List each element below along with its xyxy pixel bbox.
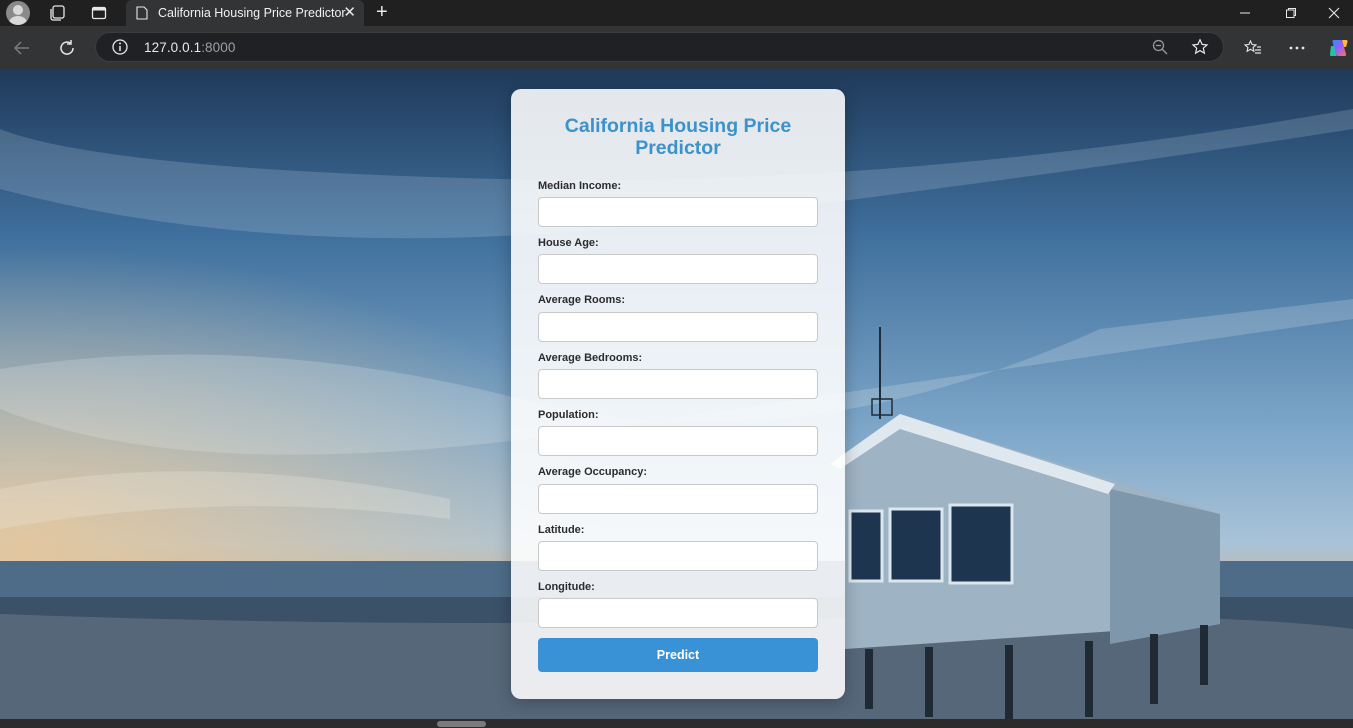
new-tab-button[interactable]: + bbox=[376, 1, 388, 23]
copilot-icon[interactable] bbox=[1324, 34, 1352, 62]
more-options-icon[interactable] bbox=[1283, 34, 1311, 62]
median-income-label: Median Income: bbox=[538, 180, 622, 192]
population-input[interactable] bbox=[538, 426, 818, 456]
page-icon bbox=[136, 6, 148, 20]
average-occupancy-input[interactable] bbox=[538, 484, 818, 514]
refresh-icon[interactable] bbox=[53, 34, 81, 62]
profile-avatar-icon[interactable] bbox=[6, 1, 30, 25]
house-age-input[interactable] bbox=[538, 254, 818, 284]
url-port: :8000 bbox=[201, 40, 236, 55]
tab-title: California Housing Price Predictor bbox=[158, 6, 346, 20]
toolbar: 127.0.0.1:8000 bbox=[0, 26, 1353, 69]
minimize-button[interactable] bbox=[1222, 0, 1268, 26]
close-window-button[interactable] bbox=[1314, 0, 1353, 26]
average-bedrooms-input[interactable] bbox=[538, 369, 818, 399]
vertical-tabs-icon[interactable] bbox=[81, 0, 117, 26]
average-bedrooms-label: Average Bedrooms: bbox=[538, 352, 643, 364]
url-host: 127.0.0.1 bbox=[144, 40, 202, 55]
tab-strip: California Housing Price Predictor ✕ + bbox=[0, 0, 1353, 26]
house-age-label: House Age: bbox=[538, 237, 599, 249]
average-rooms-input[interactable] bbox=[538, 312, 818, 342]
average-occupancy-label: Average Occupancy: bbox=[538, 466, 648, 478]
address-bar[interactable]: 127.0.0.1:8000 bbox=[95, 32, 1224, 62]
url-text: 127.0.0.1:8000 bbox=[144, 40, 236, 55]
average-rooms-label: Average Rooms: bbox=[538, 294, 626, 306]
site-info-icon[interactable] bbox=[111, 38, 129, 56]
scrollbar-thumb[interactable] bbox=[437, 721, 486, 727]
tab-close-button[interactable]: ✕ bbox=[343, 4, 356, 22]
favorite-star-icon[interactable] bbox=[1191, 38, 1209, 56]
predict-button[interactable]: Predict bbox=[538, 638, 818, 672]
horizontal-scrollbar[interactable] bbox=[0, 719, 1353, 728]
median-income-input[interactable] bbox=[538, 197, 818, 227]
back-icon[interactable] bbox=[8, 34, 36, 62]
longitude-label: Longitude: bbox=[538, 581, 595, 593]
predictor-form-card: California Housing Price Predictor Media… bbox=[511, 89, 845, 699]
page-viewport: California Housing Price Predictor Media… bbox=[0, 69, 1353, 728]
restore-button[interactable] bbox=[1268, 0, 1314, 26]
zoom-out-icon[interactable] bbox=[1151, 38, 1169, 56]
longitude-input[interactable] bbox=[538, 598, 818, 628]
latitude-input[interactable] bbox=[538, 541, 818, 571]
workspaces-icon[interactable] bbox=[39, 0, 75, 26]
population-label: Population: bbox=[538, 409, 599, 421]
favorites-list-icon[interactable] bbox=[1239, 34, 1267, 62]
page-title: California Housing Price Predictor bbox=[564, 115, 792, 159]
latitude-label: Latitude: bbox=[538, 524, 585, 536]
tab-active[interactable]: California Housing Price Predictor ✕ bbox=[126, 0, 364, 26]
